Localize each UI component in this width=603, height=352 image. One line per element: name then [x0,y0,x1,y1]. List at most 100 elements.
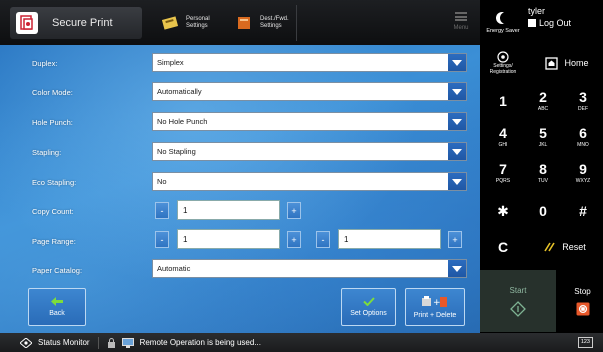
reset-icon [544,242,555,252]
stapling-select[interactable]: No Stapling [152,142,467,161]
key-digit: # [579,203,587,219]
duplex-select[interactable]: Simplex [152,53,467,72]
keypad-panel: Energy Saver tyler Log Out Settings/ Reg… [480,0,603,333]
dest-fwd-settings-icon [238,17,250,29]
chevron-down-icon [448,173,466,190]
divider [296,5,297,41]
set-options-label: Set Options [350,310,387,317]
key-star[interactable]: ✱ [486,196,520,226]
key-digit: 7 [499,161,507,177]
secure-print-tab[interactable]: Secure Print [10,7,142,39]
back-button[interactable]: Back [28,288,86,326]
print-delete-label: Print + Delete [413,311,457,319]
counter-badge[interactable]: 123 [577,337,593,348]
page-range-from-increment-button[interactable]: + [287,231,301,248]
key-hash[interactable]: # [566,196,600,226]
status-monitor-label: Status Monitor [38,338,90,347]
chevron-down-icon [448,83,466,100]
key-6[interactable]: 6 MNO [566,122,600,152]
page-range-from-decrement-button[interactable]: - [155,231,169,248]
menu-button[interactable]: Menu [446,8,476,38]
key-digit: 2 [539,89,547,105]
stop-label: Stop [574,286,591,296]
remote-monitor-icon [121,337,134,348]
key-digit: 6 [579,125,587,141]
svg-text:+: + [433,298,441,308]
key-7[interactable]: 7 PQRS [486,158,520,188]
key-letters: MNO [577,142,589,148]
start-button[interactable]: Start [480,270,556,332]
eco-stapling-value: No [157,177,167,186]
user-name: tyler [528,6,546,16]
color-mode-label: Color Mode: [32,88,73,97]
clear-key[interactable]: C [486,233,520,261]
key-3[interactable]: 3 DEF [566,86,600,116]
hole-punch-select[interactable]: No Hole Punch [152,112,467,131]
page-range-to-input[interactable]: 1 [338,229,441,249]
home-button[interactable]: Home [534,47,600,79]
status-monitor-icon [20,337,32,348]
page-range-to-decrement-button[interactable]: - [316,231,330,248]
key-digit: 0 [539,203,547,219]
personal-settings-icon [162,16,179,30]
copy-count-increment-button[interactable]: + [287,202,301,219]
key-letters: DEF [578,106,588,112]
settings-icon [497,51,509,63]
personal-settings-button[interactable]: Personal Settings [162,8,210,38]
secure-print-icon [16,12,38,34]
set-options-button[interactable]: Set Options [341,288,396,326]
settings-registration-line2: Registration [489,69,517,75]
key-digit: 5 [539,125,547,141]
reset-label: Reset [562,242,586,252]
chevron-down-icon [448,260,466,277]
start-icon [510,300,526,317]
key-letters: GHI [498,142,508,148]
logout-icon [528,19,536,27]
key-digit: 8 [539,161,547,177]
paper-catalog-select[interactable]: Automatic [152,259,467,278]
chevron-down-icon [448,143,466,160]
key-2[interactable]: 2 ABC [526,86,560,116]
key-letters: PQRS [495,178,511,184]
copy-count-decrement-button[interactable]: - [155,202,169,219]
chevron-down-icon [448,54,466,71]
key-digit: 1 [499,93,507,109]
energy-saver-label: Energy Saver [486,27,520,34]
status-monitor-button[interactable]: Status Monitor [20,337,90,348]
status-message: Remote Operation is being used... [139,338,261,347]
key-9[interactable]: 9 WXYZ [566,158,600,188]
key-digit: 3 [579,89,587,105]
reset-key[interactable]: Reset [530,233,600,261]
color-mode-select[interactable]: Automatically [152,82,467,101]
stop-button[interactable]: Stop [562,270,603,332]
copy-count-input[interactable]: 1 [177,200,280,220]
menu-icon [455,12,467,21]
home-label: Home [564,58,589,68]
personal-settings-line2: Settings [186,23,208,29]
key-5[interactable]: 5 JKL [526,122,560,152]
print-delete-button[interactable]: + Print + Delete [405,288,465,326]
energy-saver-button[interactable]: Energy Saver [480,0,526,45]
lock-icon [107,337,115,348]
logout-label: Log Out [539,18,572,28]
key-8[interactable]: 8 TUV [526,158,560,188]
back-label: Back [49,310,65,317]
clear-key-label: C [497,239,509,255]
checkmark-icon [362,297,375,306]
key-digit: ✱ [497,203,509,219]
page-range-from-input[interactable]: 1 [177,229,280,249]
page-range-to-increment-button[interactable]: + [448,231,462,248]
stapling-value: No Stapling [157,147,196,156]
key-0[interactable]: 0 [526,196,560,226]
user-area: tyler Log Out [528,6,571,28]
copy-count-label: Copy Count: [32,207,74,216]
key-1[interactable]: 1 [486,86,520,116]
dest-fwd-settings-button[interactable]: Dest./Fwd. Settings [236,8,289,38]
duplex-value: Simplex [157,58,184,67]
hole-punch-label: Hole Punch: [32,118,73,127]
logout-button[interactable]: Log Out [528,18,571,28]
moon-icon [500,12,512,24]
key-4[interactable]: 4 GHI [486,122,520,152]
eco-stapling-select[interactable]: No [152,172,467,191]
settings-registration-button[interactable]: Settings/ Registration [482,47,524,79]
